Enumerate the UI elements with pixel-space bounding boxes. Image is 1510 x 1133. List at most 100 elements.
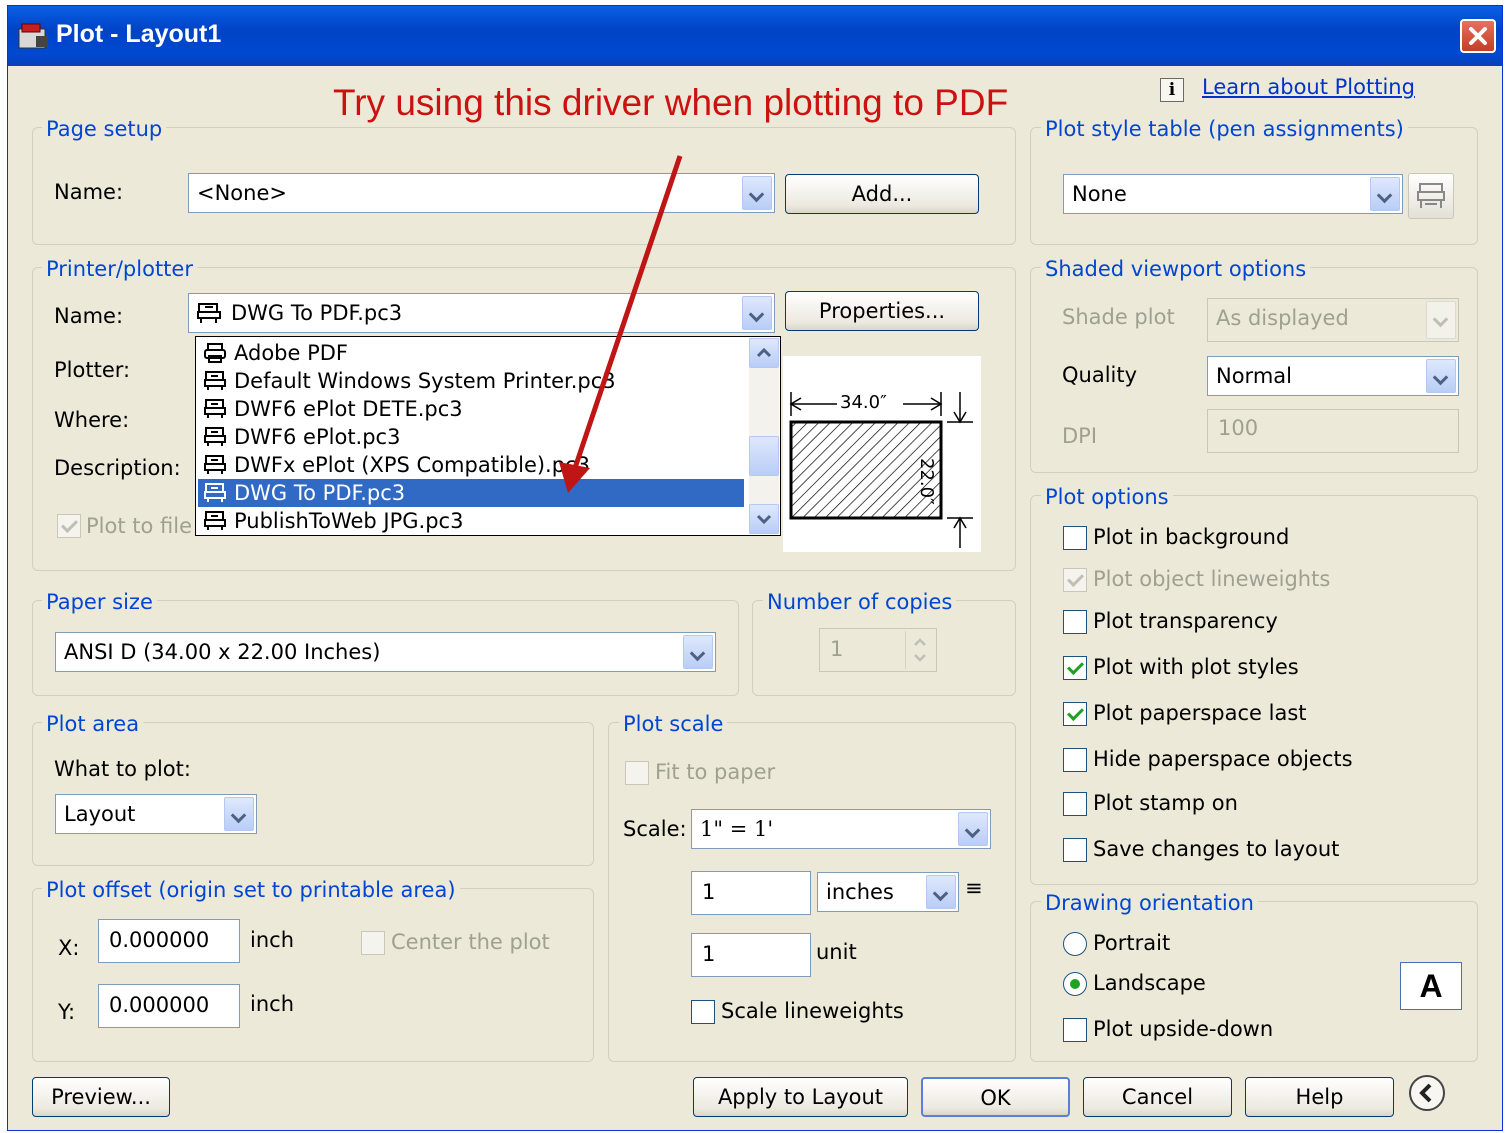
scale-lineweights-checkbox[interactable] xyxy=(691,1000,715,1024)
plot-offset-legend: Plot offset (origin set to printable are… xyxy=(42,878,460,902)
offset-x-label: X: xyxy=(58,936,80,960)
center-plot-checkbox[interactable] xyxy=(361,931,385,955)
plot-option-checkbox[interactable] xyxy=(1063,610,1087,634)
collapse-options-button[interactable] xyxy=(1408,1074,1446,1112)
properties-button[interactable]: Properties... xyxy=(785,291,979,331)
plot-upside-down-checkbox[interactable] xyxy=(1063,1018,1087,1042)
plotter-icon xyxy=(204,455,226,474)
scale-value-2-input[interactable]: 1 xyxy=(691,933,811,977)
ok-button[interactable]: OK xyxy=(921,1077,1070,1117)
plot-style-edit-icon xyxy=(1417,183,1445,208)
info-icon: i xyxy=(1160,78,1184,102)
plot-to-file-checkbox[interactable] xyxy=(57,514,81,538)
preview-button[interactable]: Preview... xyxy=(32,1077,170,1117)
scale-combo[interactable]: 1" = 1' xyxy=(691,809,991,849)
where-label: Where: xyxy=(54,408,130,432)
paper-preview-diagram xyxy=(789,392,973,548)
plot-option-checkbox[interactable] xyxy=(1063,702,1087,726)
plot-upside-down-label: Plot upside-down xyxy=(1093,1017,1274,1041)
printer-plotter-legend: Printer/plotter xyxy=(42,257,197,281)
plot-option-checkbox[interactable] xyxy=(1063,656,1087,680)
scale-value-1-input[interactable]: 1 xyxy=(691,871,811,915)
title-bar[interactable]: Plot - Layout1 xyxy=(8,6,1502,66)
spin-arrows-icon xyxy=(914,638,926,662)
paper-size-legend: Paper size xyxy=(42,590,157,614)
landscape-radio[interactable] xyxy=(1063,972,1087,996)
printer-option[interactable]: DWFx ePlot (XPS Compatible).pc3 xyxy=(198,451,744,479)
printer-option[interactable]: Default Windows System Printer.pc3 xyxy=(198,367,744,395)
add-button[interactable]: Add... xyxy=(785,174,979,214)
printer-name-combo[interactable]: DWG To PDF.pc3 xyxy=(188,293,775,333)
plot-option-label: Plot with plot styles xyxy=(1093,655,1299,679)
plot-option-label: Plot object lineweights xyxy=(1093,567,1331,591)
close-button[interactable] xyxy=(1460,19,1496,53)
chevron-down-icon[interactable] xyxy=(742,296,772,330)
plotter-icon xyxy=(204,427,226,446)
scroll-up-button[interactable] xyxy=(749,338,779,368)
scale-unit-label: unit xyxy=(816,940,857,964)
printer-option[interactable]: DWF6 ePlot DETE.pc3 xyxy=(198,395,744,423)
plot-style-combo[interactable]: None xyxy=(1063,174,1403,214)
copies-spinner[interactable] xyxy=(905,631,934,669)
chevron-down-icon[interactable] xyxy=(1426,359,1456,393)
quality-combo[interactable]: Normal xyxy=(1207,356,1459,396)
edit-plot-style-button[interactable] xyxy=(1408,173,1454,219)
plotter-icon xyxy=(204,511,226,530)
offset-y-input[interactable]: 0.000000 xyxy=(98,984,240,1028)
plot-option-checkbox[interactable] xyxy=(1063,838,1087,862)
plot-option-checkbox[interactable] xyxy=(1063,568,1087,592)
scroll-thumb[interactable] xyxy=(749,436,779,476)
chevron-left-circle-icon xyxy=(1409,1075,1445,1111)
dpi-input[interactable]: 100 xyxy=(1207,409,1459,453)
copies-legend: Number of copies xyxy=(763,590,957,614)
apply-to-layout-button[interactable]: Apply to Layout xyxy=(693,1077,908,1117)
shade-plot-combo[interactable]: As displayed xyxy=(1207,298,1459,342)
quality-label: Quality xyxy=(1062,363,1138,387)
learn-about-plotting-link[interactable]: Learn about Plotting xyxy=(1202,75,1415,99)
cancel-button[interactable]: Cancel xyxy=(1083,1077,1232,1117)
dropdown-scrollbar[interactable] xyxy=(749,338,779,534)
plot-option-checkbox[interactable] xyxy=(1063,526,1087,550)
chevron-down-icon[interactable] xyxy=(1370,177,1400,211)
plotter-label: Plotter: xyxy=(54,358,131,382)
plot-scale-legend: Plot scale xyxy=(619,712,728,736)
offset-x-input[interactable]: 0.000000 xyxy=(98,919,240,963)
scroll-down-button[interactable] xyxy=(749,504,779,534)
offset-y-unit: inch xyxy=(250,992,294,1016)
plot-options-group xyxy=(1030,495,1478,885)
paper-size-combo[interactable]: ANSI D (34.00 x 22.00 Inches) xyxy=(55,632,716,672)
fit-to-paper-checkbox[interactable] xyxy=(625,761,649,785)
paper-preview: 34.0″ 22.0″ xyxy=(783,356,981,552)
printer-option[interactable]: DWF6 ePlot.pc3 xyxy=(198,423,744,451)
printer-icon xyxy=(204,343,226,363)
what-to-plot-combo[interactable]: Layout xyxy=(55,794,257,834)
chevron-down-icon[interactable] xyxy=(958,812,988,846)
scale-lineweights-label: Scale lineweights xyxy=(721,999,904,1023)
shaded-viewport-legend: Shaded viewport options xyxy=(1041,257,1311,281)
plot-to-file-label: Plot to file xyxy=(86,514,192,538)
help-button[interactable]: Help xyxy=(1245,1077,1394,1117)
plot-option-label: Plot stamp on xyxy=(1093,791,1238,815)
chevron-down-icon[interactable] xyxy=(224,797,254,831)
plot-option-label: Save changes to layout xyxy=(1093,837,1340,861)
app-icon xyxy=(18,23,48,49)
printer-option[interactable]: Adobe PDF xyxy=(198,339,744,367)
page-setup-name-combo[interactable]: <None> xyxy=(188,173,775,213)
chevron-up-icon xyxy=(756,347,772,358)
chevron-down-icon[interactable] xyxy=(683,635,713,669)
chevron-down-icon[interactable] xyxy=(926,875,956,909)
plot-option-label: Hide paperspace objects xyxy=(1093,747,1353,771)
printer-option[interactable]: PublishToWeb JPG.pc3 xyxy=(198,507,744,535)
printer-option[interactable]: DWG To PDF.pc3 xyxy=(197,478,745,508)
printer-dropdown-list[interactable]: Adobe PDF Default Windows System Printer.… xyxy=(195,336,781,536)
plot-option-checkbox[interactable] xyxy=(1063,792,1087,816)
scale-units-combo[interactable]: inches xyxy=(817,872,959,912)
printer-name-label: Name: xyxy=(54,304,124,328)
chevron-down-icon[interactable] xyxy=(1426,301,1456,339)
copies-input[interactable]: 1 xyxy=(819,628,937,672)
chevron-down-icon[interactable] xyxy=(742,176,772,210)
portrait-radio[interactable] xyxy=(1063,932,1087,956)
plotter-icon xyxy=(204,371,226,390)
plot-option-checkbox[interactable] xyxy=(1063,748,1087,772)
offset-x-unit: inch xyxy=(250,928,294,952)
